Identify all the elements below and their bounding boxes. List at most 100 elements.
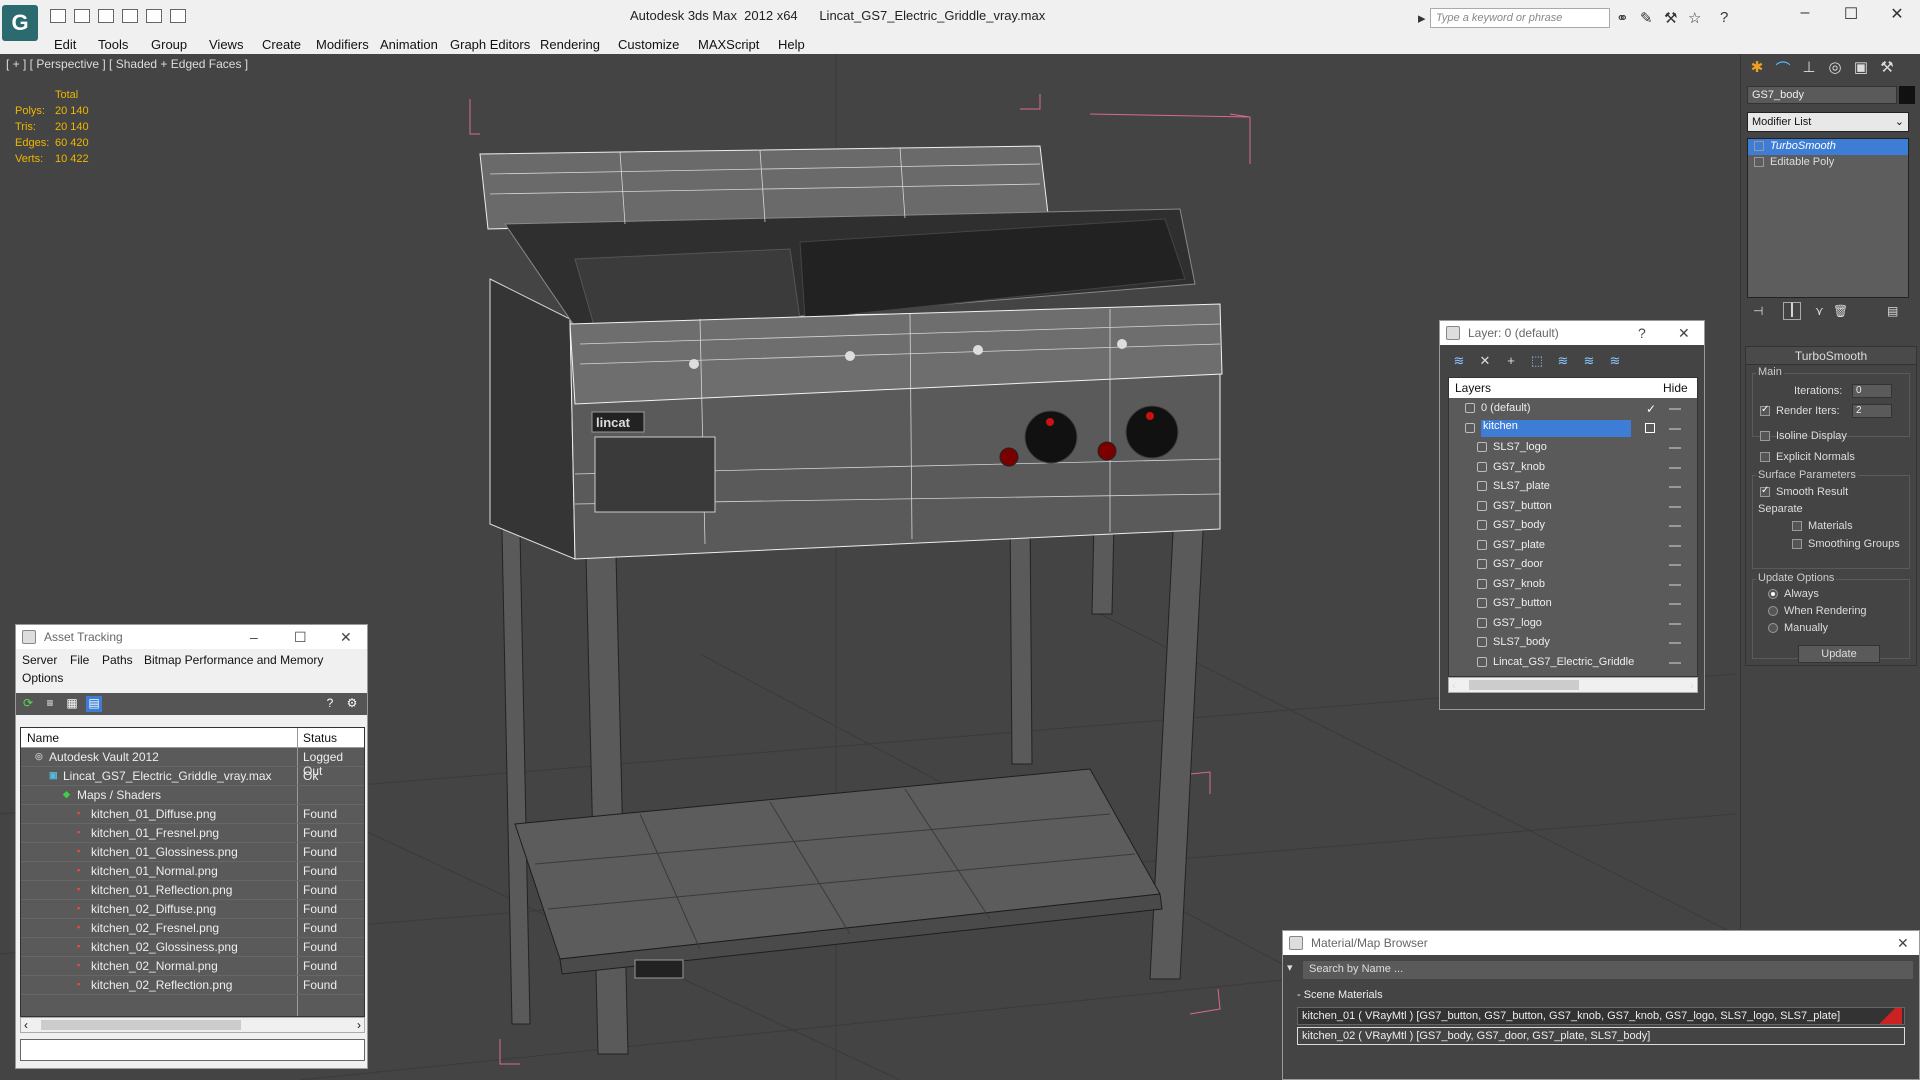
maximize-icon[interactable]: ☐ — [1836, 4, 1866, 24]
layer-row[interactable]: SLS7_body — [1449, 633, 1697, 652]
app-logo[interactable]: G — [2, 5, 38, 41]
minimize-icon[interactable]: – — [1790, 4, 1820, 22]
horizontal-scrollbar[interactable]: ‹ › — [1448, 677, 1698, 693]
layer-row[interactable]: GS7_button — [1449, 594, 1697, 613]
create-layer-icon[interactable]: ≋ — [1450, 353, 1468, 369]
stack-item-editable-poly[interactable]: Editable Poly — [1748, 155, 1908, 171]
scene-materials-section[interactable]: - Scene Materials — [1287, 987, 1912, 1005]
smooth-result-checkbox[interactable] — [1760, 485, 1770, 497]
object-name-field[interactable]: GS7_body — [1747, 86, 1897, 104]
help-icon[interactable]: ? — [322, 696, 338, 712]
menu-maxscript[interactable]: MAXScript — [698, 37, 759, 52]
close-icon[interactable]: ✕ — [1678, 325, 1690, 342]
layer-row[interactable]: kitchen — [1449, 419, 1697, 438]
asset-row[interactable]: ▣ Lincat_GS7_Electric_Griddle_vray.max Ok — [21, 767, 364, 786]
configure-sets-icon[interactable]: ▤ — [1887, 304, 1898, 318]
asset-row[interactable]: ▪ kitchen_01_Normal.png Found — [21, 862, 364, 881]
layer-row[interactable]: Lincat_GS7_Electric_Griddle — [1449, 653, 1697, 672]
update-always-radio[interactable] — [1768, 589, 1778, 599]
asset-row[interactable]: ▪ kitchen_01_Fresnel.png Found — [21, 824, 364, 843]
layer-row[interactable]: GS7_door — [1449, 555, 1697, 574]
menu-edit[interactable]: Edit — [54, 37, 76, 52]
table-view-icon[interactable]: ▤ — [86, 696, 102, 712]
menu-group[interactable]: Group — [151, 37, 187, 52]
column-name[interactable]: Name — [27, 731, 59, 745]
menu-animation[interactable]: Animation — [380, 37, 438, 52]
lightbulb-icon[interactable] — [1754, 141, 1764, 151]
select-objects-icon[interactable]: ⬚ — [1528, 353, 1546, 369]
material-row-kitchen-01[interactable]: kitchen_01 ( VRayMtl ) [GS7_button, GS7_… — [1297, 1007, 1905, 1025]
refresh-icon[interactable]: ⟳ — [20, 696, 36, 712]
utilities-tab-icon[interactable]: ⚒ — [1877, 58, 1897, 78]
show-end-result-icon[interactable]: ┃ — [1783, 302, 1801, 320]
options-icon[interactable]: ⚙ — [344, 696, 360, 712]
scroll-right-icon[interactable]: › — [357, 1018, 361, 1032]
hide-toggle[interactable] — [1669, 447, 1681, 449]
asset-row[interactable]: ◆ Maps / Shaders — [21, 786, 364, 805]
hide-toggle[interactable] — [1669, 466, 1681, 469]
separate-smoothing-groups-checkbox[interactable] — [1792, 539, 1802, 549]
layer-row[interactable]: GS7_knob — [1449, 458, 1697, 477]
menu-server[interactable]: Server — [22, 653, 57, 667]
material-row-kitchen-02[interactable]: kitchen_02 ( VRayMtl ) [GS7_body, GS7_do… — [1297, 1027, 1905, 1045]
help-icon[interactable]: ? — [1638, 325, 1646, 341]
pin-stack-icon[interactable]: ⊣ — [1753, 304, 1763, 318]
subscription-icon[interactable]: ✎ — [1640, 9, 1653, 27]
hide-toggle[interactable] — [1669, 486, 1681, 488]
menu-customize[interactable]: Customize — [618, 37, 679, 52]
menu-help[interactable]: Help — [778, 37, 805, 52]
layer-row[interactable]: GS7_body — [1449, 516, 1697, 535]
hide-toggle[interactable] — [1669, 408, 1681, 410]
thumbnail-view-icon[interactable]: ▦ — [64, 696, 80, 712]
layer-row[interactable]: GS7_knob — [1449, 575, 1697, 594]
redo-icon[interactable] — [146, 9, 162, 23]
asset-row[interactable]: ▪ kitchen_01_Reflection.png Found — [21, 881, 364, 900]
material-search-input[interactable]: Search by Name ... — [1303, 961, 1913, 979]
stack-item-turbosmooth[interactable]: TurboSmooth — [1748, 139, 1908, 155]
close-icon[interactable]: ✕ — [1897, 935, 1909, 952]
render-iters-checkbox[interactable] — [1760, 404, 1770, 416]
undo-icon[interactable] — [122, 9, 138, 23]
menu-tools[interactable]: Tools — [98, 37, 128, 52]
delete-layer-icon[interactable]: ✕ — [1476, 353, 1494, 369]
hide-toggle[interactable] — [1669, 427, 1681, 430]
menu-modifiers[interactable]: Modifiers — [316, 37, 369, 52]
separate-materials-checkbox[interactable] — [1792, 521, 1802, 531]
scroll-right-icon[interactable]: › — [1690, 678, 1694, 692]
hide-toggle[interactable] — [1669, 505, 1681, 508]
layer-row[interactable]: SLS7_plate — [1449, 477, 1697, 496]
asset-row[interactable]: ▪ kitchen_02_Glossiness.png Found — [21, 938, 364, 957]
explicit-normals-checkbox[interactable] — [1760, 452, 1770, 462]
maximize-icon[interactable]: ☐ — [294, 629, 307, 646]
asset-tracking-titlebar[interactable]: Asset Tracking – ☐ ✕ — [16, 625, 367, 649]
expand-arrow-icon[interactable]: ▸ — [1418, 9, 1426, 27]
object-color-swatch[interactable] — [1899, 86, 1915, 104]
iterations-spinner[interactable]: 0 — [1852, 384, 1892, 398]
menu-create[interactable]: Create — [262, 37, 301, 52]
isoline-display-checkbox[interactable] — [1760, 431, 1770, 441]
asset-row[interactable]: ▪ kitchen_02_Normal.png Found — [21, 957, 364, 976]
modifier-list-dropdown[interactable]: Modifier List ⌄ — [1747, 112, 1909, 132]
binoculars-icon[interactable]: ⚭ — [1616, 9, 1629, 27]
new-file-icon[interactable] — [50, 9, 66, 23]
highlight-selected-icon[interactable]: ≋ — [1554, 353, 1572, 369]
list-view-icon[interactable]: ≡ — [42, 696, 58, 712]
asset-row[interactable]: ◎ Autodesk Vault 2012 Logged Out — [21, 748, 364, 778]
set-current-checkbox[interactable] — [1645, 422, 1655, 433]
save-file-icon[interactable] — [98, 9, 114, 23]
communication-icon[interactable]: ⚒ — [1664, 9, 1677, 27]
create-tab-icon[interactable]: ✱ — [1747, 58, 1767, 78]
scroll-left-icon[interactable]: ‹ — [1452, 678, 1456, 692]
update-button[interactable]: Update — [1798, 645, 1880, 663]
column-status[interactable]: Status — [303, 731, 337, 745]
close-icon[interactable]: ✕ — [340, 629, 352, 646]
asset-row[interactable]: ▪ kitchen_01_Diffuse.png Found — [21, 805, 364, 824]
layer-row[interactable]: GS7_plate — [1449, 536, 1697, 555]
menu-graph-editors[interactable]: Graph Editors — [450, 37, 530, 52]
horizontal-scrollbar[interactable]: ‹ › — [20, 1017, 365, 1033]
favorites-star-icon[interactable]: ☆ — [1688, 9, 1701, 27]
make-unique-icon[interactable]: ⋎ — [1815, 304, 1824, 318]
rollout-title[interactable]: TurboSmooth — [1746, 347, 1916, 365]
remove-modifier-icon[interactable]: 🗑 — [1833, 304, 1848, 318]
layer-row[interactable]: GS7_button — [1449, 497, 1697, 516]
